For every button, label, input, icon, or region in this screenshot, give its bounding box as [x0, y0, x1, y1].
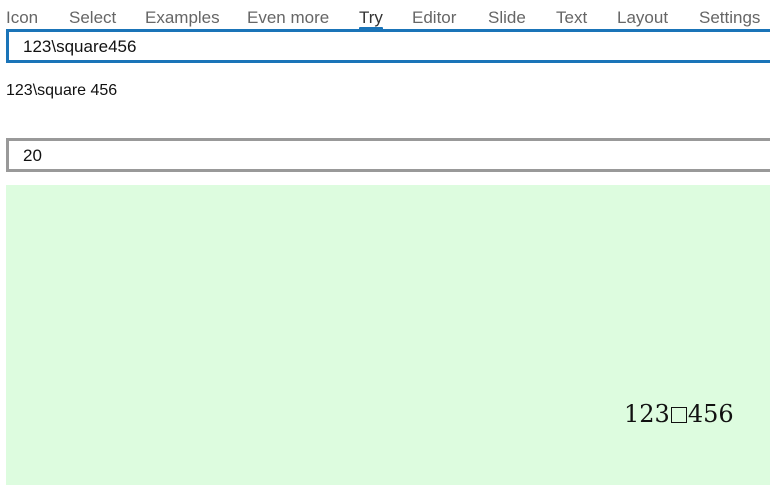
- square-icon: [670, 407, 687, 423]
- tab-text[interactable]: Text: [556, 6, 587, 30]
- math-render-area: 123 456: [6, 185, 770, 485]
- tab-slide[interactable]: Slide: [488, 6, 526, 30]
- tab-even-more[interactable]: Even more: [247, 6, 329, 30]
- rendered-formula: 123 456: [624, 399, 734, 429]
- tab-try[interactable]: Try: [359, 6, 383, 30]
- tab-layout[interactable]: Layout: [617, 6, 668, 30]
- formula-preview-text: 123\square 456: [6, 82, 118, 99]
- font-size-input[interactable]: 20: [6, 138, 770, 172]
- tab-icon[interactable]: Icon: [6, 6, 38, 30]
- formula-input[interactable]: 123\square456: [6, 29, 770, 63]
- tab-bar: Icon Select Examples Even more Try Edito…: [0, 0, 770, 30]
- tab-settings[interactable]: Settings: [699, 6, 760, 30]
- tab-select[interactable]: Select: [69, 6, 116, 30]
- rendered-number-before: 123: [624, 400, 670, 428]
- tab-examples[interactable]: Examples: [145, 6, 220, 30]
- rendered-number-after: 456: [687, 400, 734, 428]
- tab-editor[interactable]: Editor: [412, 6, 456, 30]
